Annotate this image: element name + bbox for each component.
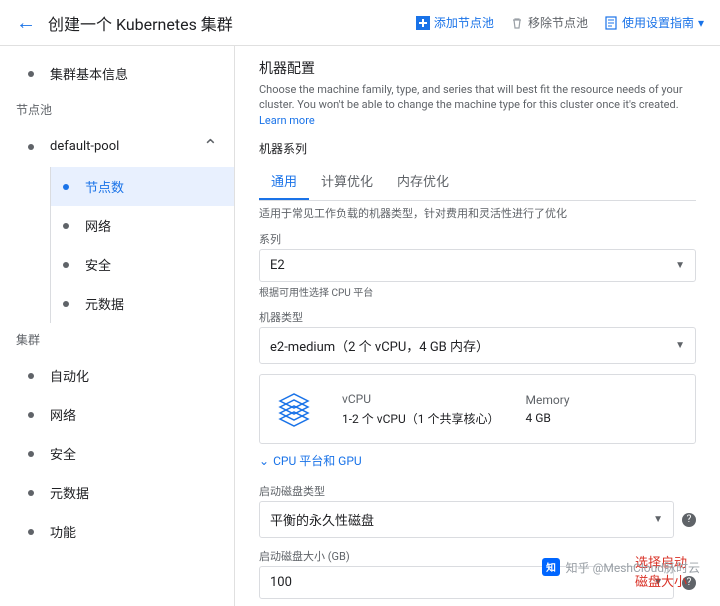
main-content: 机器配置 Choose the machine family, type, an… — [235, 46, 720, 606]
tab-general[interactable]: 通用 — [259, 163, 309, 200]
sidebar-item-pool-network[interactable]: 网络 — [51, 206, 234, 245]
chevron-up-icon: ⌃ — [203, 136, 218, 157]
sidebar-item-basic-info[interactable]: 集群基本信息 — [0, 54, 234, 93]
page-title: 创建一个 Kubernetes 集群 — [48, 11, 233, 35]
remove-node-pool-button[interactable]: 移除节点池 — [510, 14, 588, 31]
dropdown-caret-icon: ▾ — [698, 16, 704, 30]
machine-type-label: 机器类型 — [259, 309, 696, 325]
caret-down-icon: ▼ — [675, 260, 685, 271]
svg-text:知: 知 — [546, 561, 556, 574]
machine-series-tabs: 通用 计算优化 内存优化 — [259, 163, 696, 201]
series-label: 系列 — [259, 231, 696, 247]
sidebar-item-pool-metadata[interactable]: 元数据 — [51, 284, 234, 323]
sidebar-item-automation[interactable]: 自动化 — [0, 356, 234, 395]
series-select[interactable]: E2▼ — [259, 249, 696, 282]
page-header: ← 创建一个 Kubernetes 集群 添加节点池 移除节点池 使用设置指南 … — [0, 0, 720, 46]
machine-series-title: 机器系列 — [259, 140, 696, 157]
sidebar-item-features[interactable]: 功能 — [0, 512, 234, 551]
learn-more-link[interactable]: Learn more — [259, 114, 315, 127]
cpu-chip-icon — [270, 385, 318, 433]
document-icon — [604, 16, 618, 30]
tab-description: 适用于常见工作负载的机器类型，针对费用和灵活性进行了优化 — [259, 205, 696, 221]
tab-memory-optimized[interactable]: 内存优化 — [385, 163, 461, 200]
boot-disk-type-label: 启动磁盘类型 — [259, 483, 696, 499]
caret-down-icon: ▼ — [653, 514, 663, 525]
sidebar-section-cluster: 集群 — [0, 323, 234, 356]
zhihu-icon: 知 — [542, 558, 560, 576]
watermark: 知 知乎 @MeshCloud脉时云 — [542, 558, 700, 576]
series-helper: 根据可用性选择 CPU 平台 — [259, 284, 696, 299]
sidebar-item-pool-security[interactable]: 安全 — [51, 245, 234, 284]
sidebar-item-default-pool[interactable]: default-pool⌃ — [0, 126, 234, 167]
tab-compute-optimized[interactable]: 计算优化 — [309, 163, 385, 200]
machine-specs: vCPU1-2 个 vCPU（1 个共享核心） Memory4 GB — [259, 374, 696, 444]
chevron-down-icon: ⌄ — [259, 454, 269, 468]
machine-type-select[interactable]: e2-medium（2 个 vCPU，4 GB 内存）▼ — [259, 327, 696, 364]
cpu-gpu-expander[interactable]: ⌄CPU 平台和 GPU — [259, 452, 696, 469]
boot-disk-type-select[interactable]: 平衡的永久性磁盘▼ — [259, 501, 674, 538]
setup-guide-button[interactable]: 使用设置指南 ▾ — [604, 14, 704, 31]
sidebar: 集群基本信息 节点池 default-pool⌃ 节点数 网络 安全 元数据 集… — [0, 46, 235, 606]
machine-config-title: 机器配置 — [259, 58, 696, 78]
sidebar-item-cluster-metadata[interactable]: 元数据 — [0, 473, 234, 512]
help-icon[interactable]: ? — [682, 513, 696, 527]
machine-config-desc: Choose the machine family, type, and ser… — [259, 82, 696, 128]
plus-icon — [416, 16, 430, 30]
caret-down-icon: ▼ — [675, 340, 685, 351]
trash-icon — [510, 16, 524, 30]
sidebar-item-cluster-security[interactable]: 安全 — [0, 434, 234, 473]
sidebar-item-cluster-network[interactable]: 网络 — [0, 395, 234, 434]
sidebar-item-nodes[interactable]: 节点数 — [51, 167, 234, 206]
add-node-pool-button[interactable]: 添加节点池 — [416, 14, 494, 31]
sidebar-section-node-pool: 节点池 — [0, 93, 234, 126]
back-arrow-icon[interactable]: ← — [16, 10, 36, 35]
